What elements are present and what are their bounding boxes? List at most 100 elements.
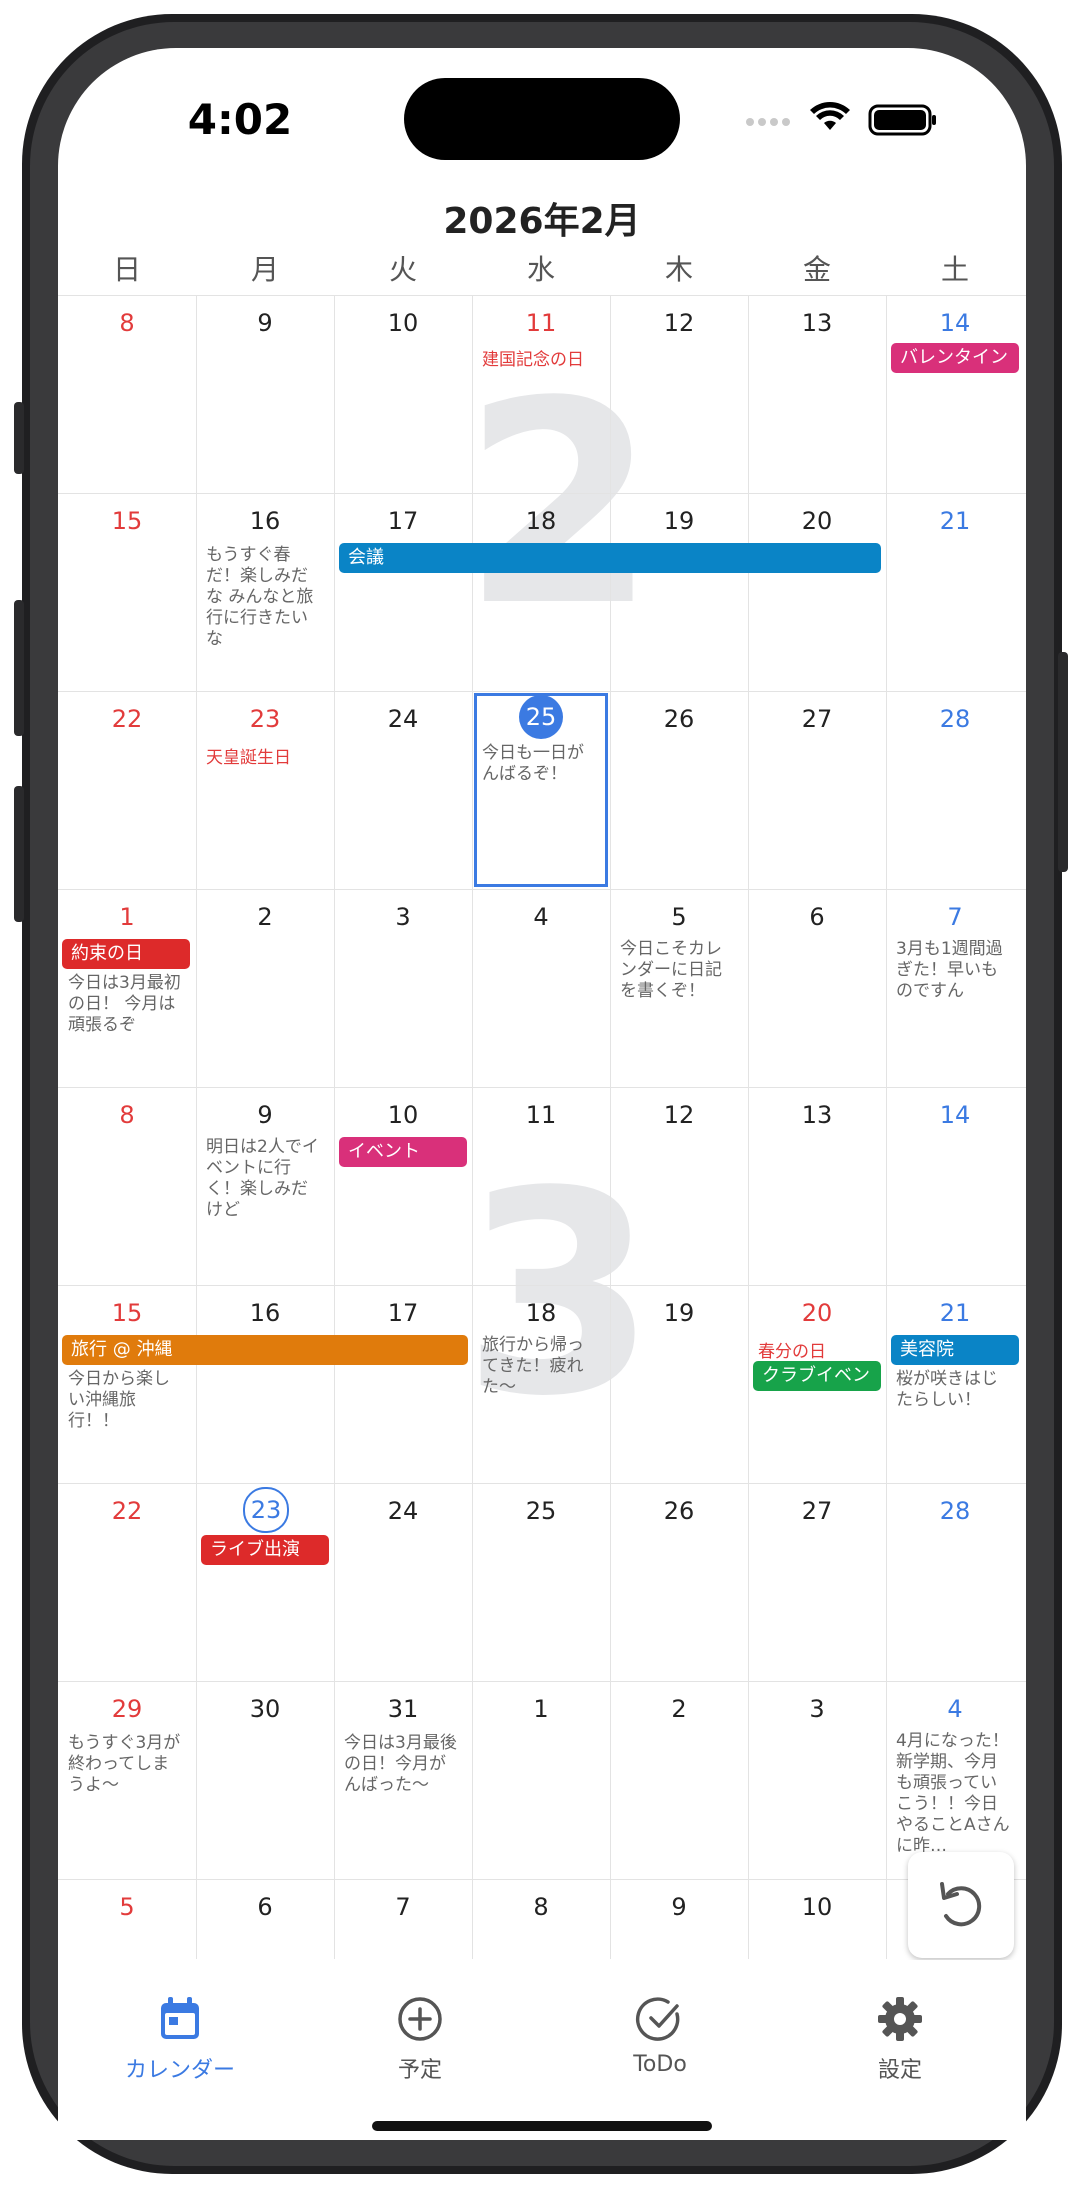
day-number: 1 [533, 1695, 549, 1723]
day-number: 5 [671, 903, 687, 931]
day-number: 9 [671, 1893, 687, 1921]
day-number: 13 [801, 309, 833, 337]
month-title: 2026年2月 [443, 201, 641, 242]
volume-up-button [14, 600, 24, 736]
day-number: 4 [947, 1695, 963, 1723]
day-number: 7 [395, 1893, 411, 1921]
day-number: 8 [533, 1893, 549, 1921]
diary-note: 今日も一日がんばるぞ！ [482, 743, 584, 784]
tab-schedule-label: 予定 [397, 2058, 442, 2083]
day-number: 27 [801, 1497, 833, 1525]
day-number: 8 [119, 309, 135, 337]
diary-note: 旅行から帰ってきた！疲れた〜 [482, 1335, 584, 1397]
day-number: 12 [663, 309, 695, 337]
day-number: 7 [947, 903, 963, 931]
tab-calendar-label: カレンダー [124, 2058, 235, 2083]
day-number: 2 [257, 903, 273, 931]
calendar-icon [161, 1997, 199, 2039]
day-number: 16 [249, 1299, 281, 1327]
day-number: 21 [939, 507, 971, 535]
day-number: 10 [801, 1893, 833, 1921]
event-bar[interactable]: 旅行 @ 沖縄 [62, 1335, 468, 1365]
holiday-label: 建国記念の日 [482, 350, 584, 370]
diary-note: もうすぐ3月が終わってしまうよ〜 [68, 1733, 181, 1795]
power-button [1058, 652, 1068, 872]
reset-today-button[interactable] [908, 1852, 1014, 1958]
weekday-sat: 土 [940, 253, 969, 286]
day-number: 18 [525, 1299, 557, 1327]
diary-note: 明日は2人でイベントに行く！楽しみだけど [206, 1137, 319, 1220]
day-number: 9 [257, 309, 273, 337]
event-bar[interactable]: 会議 [339, 543, 881, 573]
tab-todo-label: ToDo [633, 2052, 687, 2077]
tab-calendar[interactable]: カレンダー [80, 1974, 280, 2094]
day-number: 19 [663, 1299, 695, 1327]
tab-schedule[interactable]: 予定 [320, 1974, 520, 2094]
add-circle-icon [398, 1997, 442, 2041]
day-number: 15 [111, 507, 143, 535]
battery-icon [868, 104, 936, 136]
weekday-fri: 金 [802, 253, 831, 286]
diary-note: 今日から楽しい沖縄旅行！！ [68, 1369, 170, 1431]
day-number: 20 [801, 1299, 833, 1327]
diary-note: 今日は3月最後の日！今月がんばった〜 [344, 1733, 457, 1795]
day-number: 11 [525, 309, 557, 337]
tab-bar: カレンダー 予定 ToDo 設定 [58, 1960, 1026, 2140]
day-number: 22 [111, 705, 143, 733]
day-number: 6 [257, 1893, 273, 1921]
event-bar[interactable]: イベント [339, 1137, 467, 1167]
diary-note: 4月になった！新学期、今月も頑張っていこう！！今日やることAさんに昨… [896, 1731, 1010, 1856]
volume-down-button [14, 786, 24, 922]
weekday-thu: 木 [664, 253, 693, 286]
event-bar[interactable]: クラブイベン [753, 1361, 881, 1391]
diary-note: 今日は3月最初の日！ 今月は頑張るぞ [68, 973, 181, 1035]
day-number: 9 [257, 1101, 273, 1129]
day-number: 1 [119, 903, 135, 931]
day-number: 28 [939, 1497, 971, 1525]
day-number: 21 [939, 1299, 971, 1327]
day-number: 17 [387, 507, 419, 535]
day-number: 24 [387, 1497, 419, 1525]
day-number: 29 [111, 1695, 143, 1723]
diary-note: 3月も1週間過ぎた！早いものですん [896, 939, 1003, 1001]
gear-icon [878, 1997, 922, 2041]
check-circle-icon [636, 1997, 680, 2041]
day-number: 26 [663, 1497, 695, 1525]
day-number: 19 [663, 507, 695, 535]
day-number: 12 [663, 1101, 695, 1129]
tab-todo[interactable]: ToDo [560, 1974, 760, 2094]
event-bar[interactable]: バレンタイン [891, 343, 1019, 373]
day-number: 10 [387, 309, 419, 337]
event-bar[interactable]: ライブ出演 [201, 1535, 329, 1565]
mute-switch [14, 402, 24, 474]
weekday-wed: 水 [526, 253, 555, 286]
day-number: 27 [801, 705, 833, 733]
event-bar[interactable]: 約束の日 [62, 939, 190, 969]
day-number: 8 [119, 1101, 135, 1129]
diary-note: 今日こそカレンダーに日記を書くぞ！ [620, 939, 722, 1001]
calendar-grid: 2 3 8 9 10 11 12 13 14 15 16 17 18 19 20 21 22 23 24 25 26… [58, 295, 1026, 1959]
selected-day-number: 23 [243, 1487, 289, 1533]
day-number: 18 [525, 507, 557, 535]
day-number: 10 [387, 1101, 419, 1129]
day-number: 31 [387, 1695, 419, 1723]
day-number: 16 [249, 507, 281, 535]
day-number: 28 [939, 705, 971, 733]
day-number: 2 [671, 1695, 687, 1723]
day-number: 5 [119, 1893, 135, 1921]
home-indicator [372, 2121, 712, 2131]
day-number: 26 [663, 705, 695, 733]
event-bar[interactable]: 美容院 [891, 1335, 1019, 1365]
day-number: 30 [249, 1695, 281, 1723]
day-number: 3 [395, 903, 411, 931]
day-number: 25 [525, 1497, 557, 1525]
status-icons [742, 100, 942, 140]
wifi-icon [810, 102, 850, 130]
weekday-sun: 日 [112, 253, 141, 286]
day-number: 15 [111, 1299, 143, 1327]
day-number: 17 [387, 1299, 419, 1327]
tab-settings-label: 設定 [877, 2058, 922, 2083]
day-number: 23 [249, 705, 281, 733]
tab-settings[interactable]: 設定 [800, 1974, 1000, 2094]
cellular-signal-icon [746, 118, 790, 126]
